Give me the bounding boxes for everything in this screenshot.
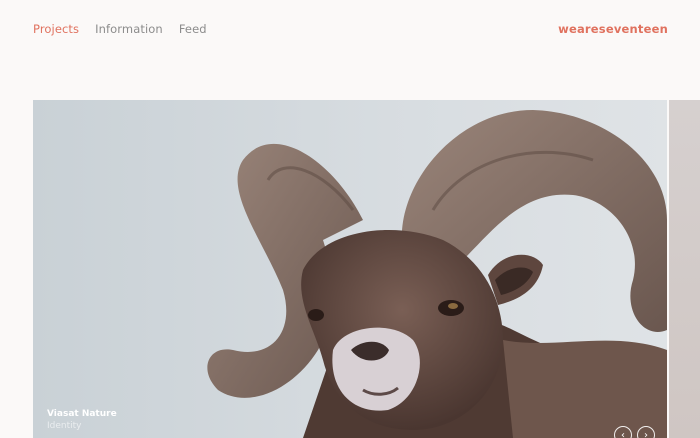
project-subtitle: Identity (47, 421, 82, 431)
nav-information[interactable]: Information (95, 22, 163, 36)
project-hero-image[interactable]: Viasat Nature Identity ‹ › (33, 100, 667, 438)
main-nav: Projects Information Feed (33, 22, 207, 36)
site-logo[interactable]: weareseventeen (558, 22, 668, 36)
project-title[interactable]: Viasat Nature (47, 408, 117, 420)
chevron-left-icon[interactable]: ‹ (614, 426, 632, 438)
nav-feed[interactable]: Feed (179, 22, 207, 36)
ram-illustration (33, 100, 667, 438)
slider-controls: ‹ › (614, 426, 655, 438)
chevron-right-icon[interactable]: › (637, 426, 655, 438)
nav-projects[interactable]: Projects (33, 22, 79, 36)
project-caption: Viasat Nature Identity (47, 408, 117, 432)
site-header: Projects Information Feed weareseventeen (0, 0, 700, 60)
next-slide-preview[interactable] (669, 100, 700, 438)
